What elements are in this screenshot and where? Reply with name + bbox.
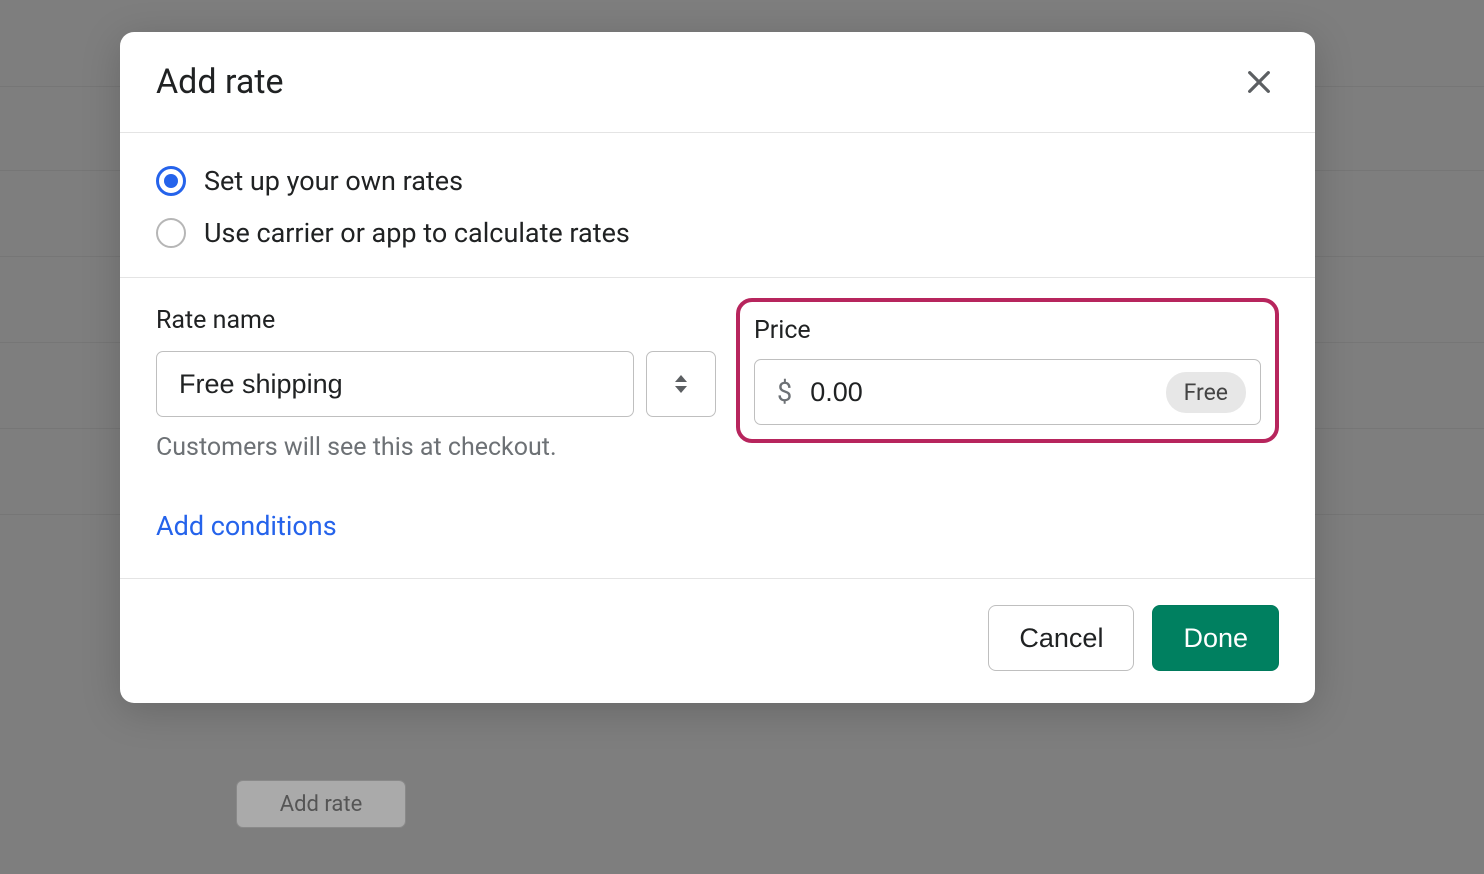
price-highlight-box: Price $ Free (736, 298, 1279, 443)
price-column: Price $ Free (736, 306, 1279, 443)
rate-type-section: Set up your own rates Use carrier or app… (120, 133, 1315, 278)
radio-own-label: Set up your own rates (204, 165, 463, 197)
price-label: Price (754, 316, 1261, 345)
close-icon (1243, 66, 1275, 98)
sort-icon (672, 372, 690, 396)
price-input[interactable] (810, 377, 1165, 408)
currency-symbol: $ (777, 376, 792, 408)
radio-icon-selected (156, 166, 186, 196)
price-input-wrap[interactable]: $ Free (754, 359, 1261, 425)
radio-icon-unselected (156, 218, 186, 248)
rate-name-input[interactable] (156, 351, 634, 417)
add-rate-modal: Add rate Set up your own rates Use carri… (120, 32, 1315, 703)
modal-header: Add rate (120, 32, 1315, 133)
radio-carrier-label: Use carrier or app to calculate rates (204, 217, 630, 249)
add-conditions-link[interactable]: Add conditions (156, 510, 337, 542)
done-button[interactable]: Done (1152, 605, 1279, 671)
rate-name-column: Rate name Customers will see this at che… (156, 306, 716, 542)
cancel-button[interactable]: Cancel (988, 605, 1134, 671)
done-label: Done (1183, 623, 1248, 654)
close-button[interactable] (1239, 62, 1279, 102)
radio-own-rates[interactable]: Set up your own rates (156, 165, 1279, 197)
rate-name-label: Rate name (156, 306, 716, 335)
modal-footer: Cancel Done (120, 578, 1315, 703)
rate-name-dropdown-button[interactable] (646, 351, 716, 417)
free-badge: Free (1166, 372, 1246, 413)
cancel-label: Cancel (1019, 623, 1103, 654)
rate-name-help: Customers will see this at checkout. (156, 433, 716, 462)
rate-fields-section: Rate name Customers will see this at che… (120, 278, 1315, 578)
radio-carrier-rates[interactable]: Use carrier or app to calculate rates (156, 217, 1279, 249)
modal-title: Add rate (156, 62, 283, 102)
